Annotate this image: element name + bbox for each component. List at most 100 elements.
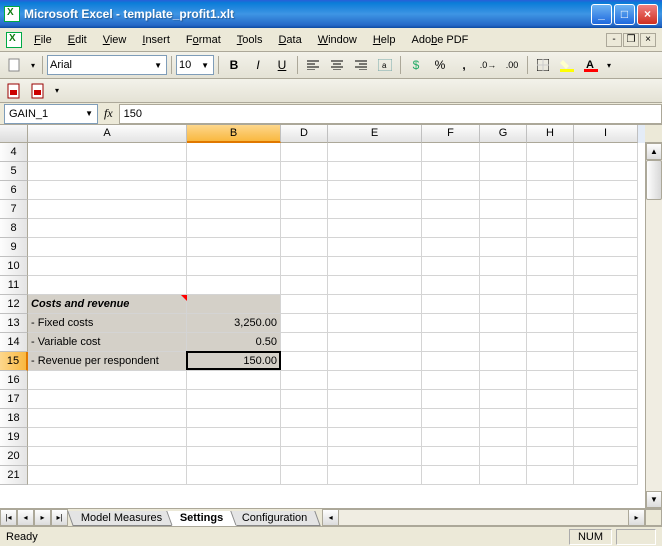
cell-f12[interactable] (422, 295, 480, 314)
sheet-tab-settings[interactable]: Settings (167, 511, 238, 526)
cell-h17[interactable] (527, 390, 574, 409)
vertical-scrollbar[interactable]: ▲ ▼ (645, 143, 662, 508)
cell-b21[interactable] (187, 466, 281, 485)
horizontal-scrollbar[interactable]: ◂ ▸ (322, 509, 645, 526)
cell-f11[interactable] (422, 276, 480, 295)
cell-d17[interactable] (281, 390, 328, 409)
cell-d18[interactable] (281, 409, 328, 428)
cell-f19[interactable] (422, 428, 480, 447)
row-header-12[interactable]: 12 (0, 295, 28, 314)
menu-adobe-pdf[interactable]: Adobe PDF (403, 31, 476, 49)
doc-close-button[interactable]: × (640, 33, 656, 47)
cell-a6[interactable] (28, 181, 187, 200)
percent-button[interactable]: % (429, 54, 451, 76)
cell-d21[interactable] (281, 466, 328, 485)
cell-g17[interactable] (480, 390, 527, 409)
toolbar-options-icon[interactable]: ▾ (28, 54, 38, 76)
cell-g21[interactable] (480, 466, 527, 485)
menu-format[interactable]: Format (178, 31, 229, 49)
merge-center-button[interactable]: a (374, 54, 396, 76)
cell-g11[interactable] (480, 276, 527, 295)
cell-g6[interactable] (480, 181, 527, 200)
cell-b20[interactable] (187, 447, 281, 466)
cell-a9[interactable] (28, 238, 187, 257)
cell-e11[interactable] (328, 276, 422, 295)
cell-i13[interactable] (574, 314, 638, 333)
cell-g13[interactable] (480, 314, 527, 333)
close-button[interactable]: × (637, 4, 658, 25)
cell-i6[interactable] (574, 181, 638, 200)
cell-f21[interactable] (422, 466, 480, 485)
cell-e9[interactable] (328, 238, 422, 257)
font-color-button[interactable]: A (580, 54, 602, 76)
currency-button[interactable]: $ (405, 54, 427, 76)
font-name-combo[interactable]: Arial▼ (47, 55, 167, 75)
pdf-convert-icon[interactable] (4, 80, 26, 102)
cell-b14[interactable]: 0.50 (187, 333, 281, 352)
chevron-down-icon[interactable]: ▼ (85, 109, 93, 118)
tab-next-button[interactable]: ▸ (34, 509, 51, 526)
cell-d11[interactable] (281, 276, 328, 295)
row-header-6[interactable]: 6 (0, 181, 28, 200)
tab-prev-button[interactable]: ◂ (17, 509, 34, 526)
cell-d13[interactable] (281, 314, 328, 333)
cell-a15[interactable]: - Revenue per respondent (28, 352, 187, 371)
row-header-4[interactable]: 4 (0, 143, 28, 162)
comment-indicator-icon[interactable] (181, 295, 187, 301)
scroll-thumb[interactable] (646, 160, 662, 200)
cell-a8[interactable] (28, 219, 187, 238)
cell-a19[interactable] (28, 428, 187, 447)
cell-f4[interactable] (422, 143, 480, 162)
col-header-h[interactable]: H (527, 125, 574, 143)
cell-e21[interactable] (328, 466, 422, 485)
col-header-i[interactable]: I (574, 125, 638, 143)
cell-e8[interactable] (328, 219, 422, 238)
fill-color-button[interactable] (556, 54, 578, 76)
cell-h11[interactable] (527, 276, 574, 295)
cell-e10[interactable] (328, 257, 422, 276)
tab-last-button[interactable]: ▸| (51, 509, 68, 526)
cell-i9[interactable] (574, 238, 638, 257)
cell-g9[interactable] (480, 238, 527, 257)
cell-e7[interactable] (328, 200, 422, 219)
align-center-button[interactable] (326, 54, 348, 76)
cell-g19[interactable] (480, 428, 527, 447)
menu-edit[interactable]: Edit (60, 31, 95, 49)
cell-d14[interactable] (281, 333, 328, 352)
cell-d5[interactable] (281, 162, 328, 181)
cell-i15[interactable] (574, 352, 638, 371)
cell-f20[interactable] (422, 447, 480, 466)
cell-h9[interactable] (527, 238, 574, 257)
align-right-button[interactable] (350, 54, 372, 76)
cell-g14[interactable] (480, 333, 527, 352)
cell-i14[interactable] (574, 333, 638, 352)
cell-e5[interactable] (328, 162, 422, 181)
cell-h16[interactable] (527, 371, 574, 390)
cell-b15[interactable]: 150.00 (187, 352, 281, 371)
cell-i17[interactable] (574, 390, 638, 409)
row-header-21[interactable]: 21 (0, 466, 28, 485)
cell-f18[interactable] (422, 409, 480, 428)
cell-b10[interactable] (187, 257, 281, 276)
cell-h21[interactable] (527, 466, 574, 485)
select-all-corner[interactable] (0, 125, 28, 143)
fx-icon[interactable]: fx (104, 106, 113, 121)
cell-h10[interactable] (527, 257, 574, 276)
cell-f13[interactable] (422, 314, 480, 333)
cell-h19[interactable] (527, 428, 574, 447)
cell-b7[interactable] (187, 200, 281, 219)
menu-file[interactable]: File (26, 31, 60, 49)
cell-d12[interactable] (281, 295, 328, 314)
cell-a10[interactable] (28, 257, 187, 276)
cell-f7[interactable] (422, 200, 480, 219)
cell-a4[interactable] (28, 143, 187, 162)
cell-h13[interactable] (527, 314, 574, 333)
menu-insert[interactable]: Insert (134, 31, 178, 49)
cell-e20[interactable] (328, 447, 422, 466)
cell-b11[interactable] (187, 276, 281, 295)
cell-b18[interactable] (187, 409, 281, 428)
minimize-button[interactable]: _ (591, 4, 612, 25)
row-header-19[interactable]: 19 (0, 428, 28, 447)
cell-i10[interactable] (574, 257, 638, 276)
cell-g7[interactable] (480, 200, 527, 219)
